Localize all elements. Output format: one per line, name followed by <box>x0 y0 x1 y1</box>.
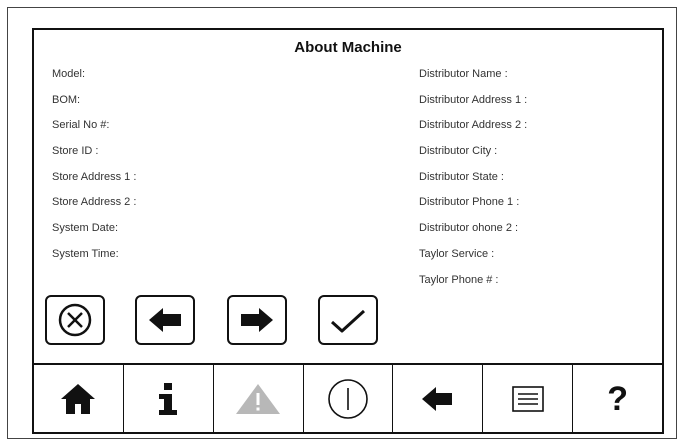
home-icon <box>61 383 96 414</box>
machine-info-column: Model: BOM: Serial No #: Store ID : Stor… <box>52 67 136 273</box>
distributor-info-column: Distributor Name : Distributor Address 1… <box>419 67 527 298</box>
distributor-address-1-field: Distributor Address 1 : <box>419 93 528 106</box>
model-field: Model: <box>52 68 86 80</box>
distributor-phone-2-field: Distributor ohone 2 : <box>419 222 519 235</box>
distributor-name-field: Distributor Name : <box>419 68 508 80</box>
store-address-1-field: Store Address 1 : <box>52 170 137 183</box>
home-button[interactable] <box>34 365 124 432</box>
distributor-address-2-field: Distributor Address 2 : <box>419 119 528 132</box>
distributor-city-field: Distributor City : <box>419 145 498 158</box>
warning-icon <box>236 383 281 414</box>
bottom-nav-bar: ? <box>34 363 663 432</box>
menu-button[interactable] <box>483 365 574 432</box>
distributor-phone-1-field: Distributor Phone 1 : <box>419 196 520 209</box>
help-button[interactable]: ? <box>573 365 663 432</box>
store-address-2-field: Store Address 2 : <box>52 196 137 209</box>
cancel-circle-x-icon <box>58 303 92 337</box>
back-arrow-icon <box>421 386 452 411</box>
checkmark-icon <box>330 309 366 333</box>
cancel-button[interactable] <box>45 295 105 345</box>
serial-number-field: Serial No #: <box>52 119 110 132</box>
previous-button[interactable] <box>135 295 195 345</box>
bom-field: BOM: <box>52 93 81 106</box>
info-icon <box>159 382 178 415</box>
menu-list-icon <box>511 385 544 412</box>
power-button[interactable] <box>303 365 394 432</box>
about-machine-screen: About Machine Model: BOM: Serial No #: S… <box>32 28 664 434</box>
next-button[interactable] <box>227 295 287 345</box>
system-date-field: System Date: <box>52 222 119 235</box>
distributor-state-field: Distributor State : <box>419 170 504 183</box>
confirm-button[interactable] <box>318 295 378 345</box>
warning-button[interactable] <box>213 365 304 432</box>
taylor-phone-field: Taylor Phone # : <box>419 273 499 286</box>
back-button[interactable] <box>393 365 484 432</box>
arrow-left-icon <box>149 308 181 332</box>
page-title: About Machine <box>294 39 402 56</box>
help-icon: ? <box>607 379 628 418</box>
info-button[interactable] <box>123 365 214 432</box>
store-id-field: Store ID : <box>52 145 99 158</box>
action-button-row <box>45 295 385 345</box>
power-icon <box>328 378 368 419</box>
taylor-service-field: Taylor Service : <box>419 247 495 260</box>
arrow-right-icon <box>241 308 273 332</box>
system-time-field: System Time: <box>52 247 119 260</box>
